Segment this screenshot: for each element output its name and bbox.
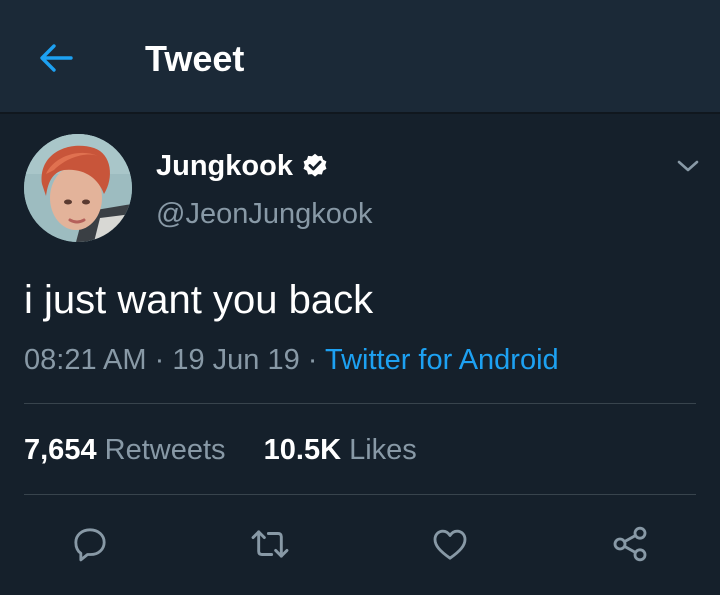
tweet-date: 19 Jun 19 bbox=[172, 344, 300, 376]
avatar[interactable] bbox=[24, 134, 132, 242]
tweet-time: 08:21 AM bbox=[24, 344, 147, 376]
retweets-stat[interactable]: 7,654 Retweets bbox=[24, 432, 226, 468]
like-button[interactable] bbox=[428, 522, 472, 566]
display-name[interactable]: Jungkook bbox=[156, 148, 329, 184]
like-icon bbox=[433, 529, 467, 560]
likes-label: Likes bbox=[349, 434, 417, 466]
display-name-text: Jungkook bbox=[156, 150, 293, 182]
arrow-left-icon bbox=[40, 44, 73, 72]
avatar-photo bbox=[24, 134, 132, 242]
app-header: Tweet bbox=[0, 0, 720, 114]
tweet-meta: 08:21 AM · 19 Jun 19 · Twitter for Andro… bbox=[24, 342, 559, 378]
divider bbox=[24, 403, 696, 404]
more-options-button[interactable] bbox=[672, 150, 704, 182]
share-icon bbox=[613, 526, 647, 562]
tweet-stats: 7,654 Retweets 10.5K Likes bbox=[24, 432, 417, 468]
user-handle[interactable]: @JeonJungkook bbox=[156, 196, 372, 232]
tweet-source-link[interactable]: Twitter for Android bbox=[325, 344, 559, 376]
chevron-down-icon bbox=[677, 160, 699, 172]
tweet-text: i just want you back bbox=[24, 278, 374, 322]
retweet-button[interactable] bbox=[248, 522, 292, 566]
retweet-icon bbox=[251, 530, 289, 558]
likes-stat[interactable]: 10.5K Likes bbox=[264, 432, 417, 468]
reply-button[interactable] bbox=[68, 522, 112, 566]
verified-badge-icon bbox=[303, 153, 327, 177]
retweets-count: 7,654 bbox=[24, 434, 97, 466]
share-button[interactable] bbox=[608, 522, 652, 566]
likes-count: 10.5K bbox=[263, 434, 342, 466]
page-title: Tweet bbox=[145, 38, 245, 79]
divider bbox=[24, 494, 696, 495]
retweets-label: Retweets bbox=[104, 434, 226, 466]
meta-separator: · bbox=[299, 344, 325, 376]
back-button[interactable] bbox=[36, 38, 76, 78]
meta-separator: · bbox=[146, 344, 173, 376]
reply-icon bbox=[74, 528, 106, 562]
